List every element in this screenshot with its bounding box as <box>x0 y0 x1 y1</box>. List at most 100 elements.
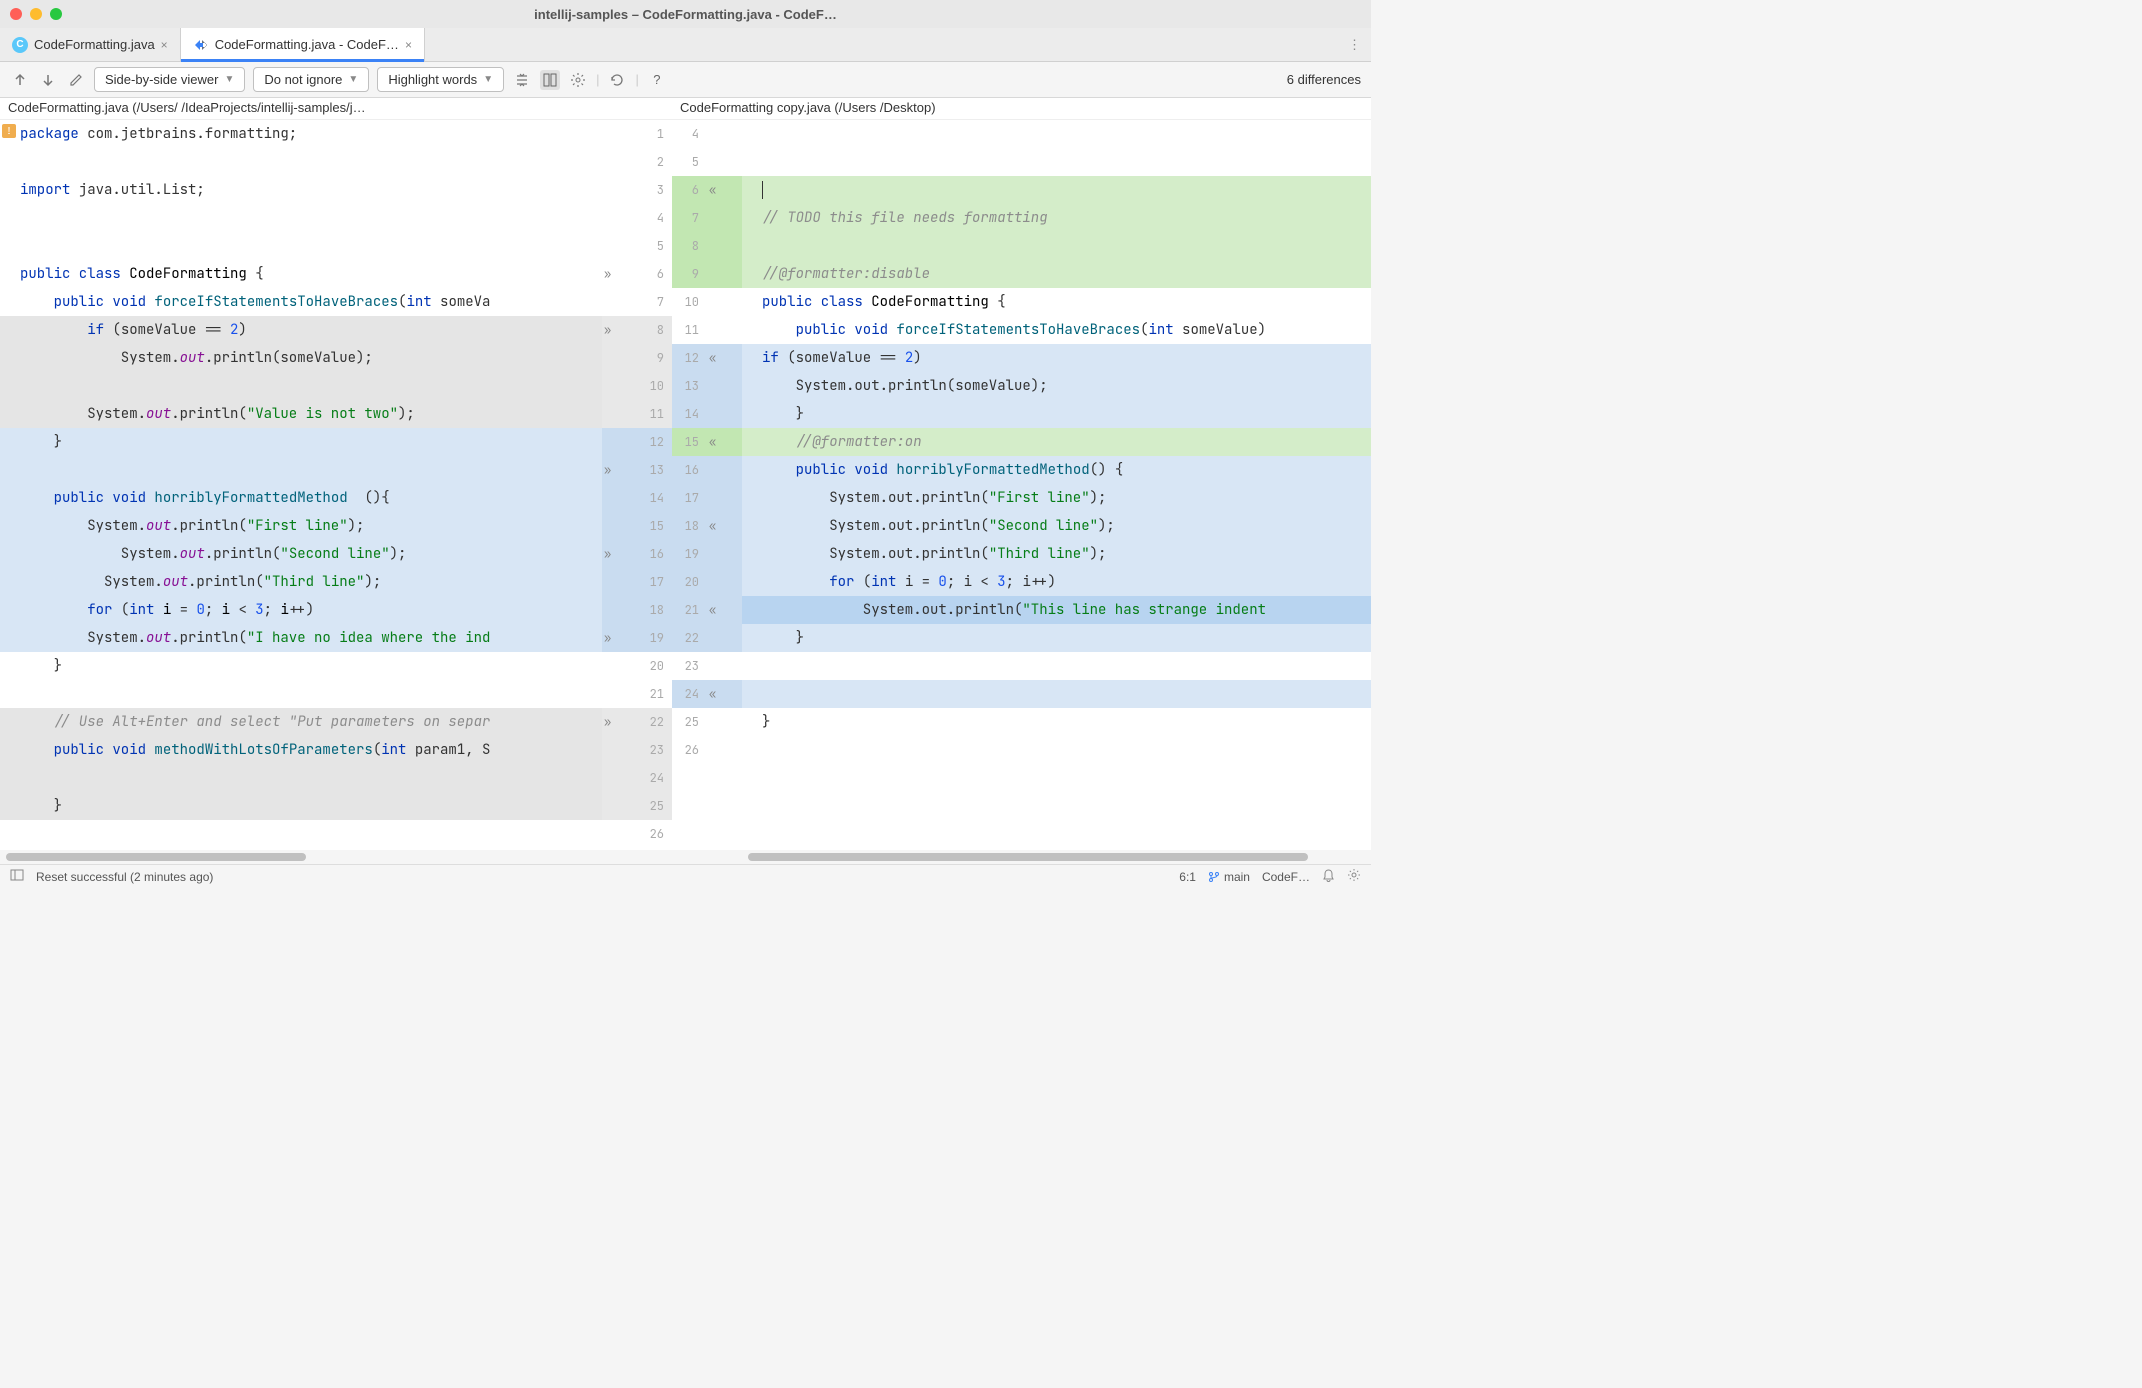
line-number-right[interactable]: 20 <box>672 568 707 596</box>
line-number-left[interactable]: 15 <box>637 512 672 540</box>
help-icon[interactable]: ? <box>647 70 667 90</box>
line-number-left[interactable]: 20 <box>637 652 672 680</box>
gutter-mark-left[interactable] <box>602 344 637 372</box>
close-tab-icon[interactable]: × <box>405 38 412 52</box>
code-line[interactable] <box>0 204 602 232</box>
line-number-right[interactable]: 13 <box>672 372 707 400</box>
gutter-mark-left[interactable] <box>602 176 637 204</box>
gutter-mark-right[interactable] <box>707 624 742 652</box>
editor-tab-diff[interactable]: CodeFormatting.java - CodeF… × <box>181 28 425 61</box>
right-code-pane[interactable]: ✔ // TODO this file needs formatting//@f… <box>742 120 1371 850</box>
code-line[interactable]: System.out.println(someValue); <box>0 344 602 372</box>
line-number-right[interactable] <box>672 820 707 848</box>
gutter-mark-left[interactable] <box>602 652 637 680</box>
gutter-mark-right[interactable] <box>707 288 742 316</box>
gutter-mark-right[interactable]: « <box>707 596 742 624</box>
line-number-right[interactable]: 18 <box>672 512 707 540</box>
code-line[interactable] <box>0 232 602 260</box>
line-number-right[interactable]: 16 <box>672 456 707 484</box>
line-number-right[interactable]: 21 <box>672 596 707 624</box>
code-line[interactable] <box>0 372 602 400</box>
notifications-icon[interactable] <box>1322 869 1335 885</box>
line-number-left[interactable]: 14 <box>637 484 672 512</box>
refresh-icon[interactable] <box>607 70 627 90</box>
code-line[interactable]: System.out.println("Second line"); <box>0 540 602 568</box>
gutter-mark-left[interactable] <box>602 288 637 316</box>
gutter-mark-right[interactable]: « <box>707 344 742 372</box>
gutter-mark-right[interactable] <box>707 148 742 176</box>
code-line[interactable]: // TODO this file needs formatting <box>742 204 1371 232</box>
line-number-left[interactable]: 4 <box>637 204 672 232</box>
gutter-mark-left[interactable] <box>602 120 637 148</box>
code-line[interactable]: System.out.println(someValue); <box>742 372 1371 400</box>
line-number-left[interactable]: 1 <box>637 120 672 148</box>
line-number-right[interactable]: 24 <box>672 680 707 708</box>
code-line[interactable]: } <box>742 400 1371 428</box>
line-number-left[interactable]: 21 <box>637 680 672 708</box>
code-line[interactable] <box>742 652 1371 680</box>
code-line[interactable]: System.out.println("First line"); <box>0 512 602 540</box>
line-number-left[interactable]: 23 <box>637 736 672 764</box>
code-line[interactable]: public void forceIfStatementsToHaveBrace… <box>742 316 1371 344</box>
gutter-mark-left[interactable]: » <box>602 624 637 652</box>
gutter-mark-left[interactable]: » <box>602 260 637 288</box>
gutter-mark-right[interactable] <box>707 456 742 484</box>
line-number-right[interactable]: 26 <box>672 736 707 764</box>
maximize-window-button[interactable] <box>50 8 62 20</box>
gutter-mark-right[interactable] <box>707 708 742 736</box>
line-number-right[interactable] <box>672 792 707 820</box>
code-line[interactable]: public void horriblyFormattedMethod (){ <box>0 484 602 512</box>
gutter-mark-left[interactable] <box>602 820 637 848</box>
code-line[interactable]: //@formatter:disable <box>742 260 1371 288</box>
gutter-mark-right[interactable] <box>707 652 742 680</box>
code-line[interactable]: System.out.println("Third line"); <box>0 568 602 596</box>
gutter-mark-left[interactable] <box>602 372 637 400</box>
code-line[interactable]: if (someValue == 2) <box>0 316 602 344</box>
gutter-mark-right[interactable] <box>707 820 742 848</box>
line-number-right[interactable]: 10 <box>672 288 707 316</box>
code-line[interactable]: System.out.println("Second line"); <box>742 512 1371 540</box>
gutter-mark-left[interactable] <box>602 204 637 232</box>
code-line[interactable]: System.out.println("This line has strang… <box>742 596 1371 624</box>
gutter-mark-right[interactable]: « <box>707 176 742 204</box>
gutter-mark-left[interactable] <box>602 484 637 512</box>
code-line[interactable] <box>742 120 1371 148</box>
gutter-mark-right[interactable] <box>707 260 742 288</box>
code-line[interactable]: //@formatter:on <box>742 428 1371 456</box>
code-line[interactable]: } <box>0 428 602 456</box>
code-line[interactable] <box>742 736 1371 764</box>
close-window-button[interactable] <box>10 8 22 20</box>
line-number-right[interactable]: 4 <box>672 120 707 148</box>
gutter-mark-left[interactable] <box>602 596 637 624</box>
code-line[interactable]: } <box>742 708 1371 736</box>
line-number-right[interactable]: 8 <box>672 232 707 260</box>
ignore-mode-dropdown[interactable]: Do not ignore ▼ <box>253 67 369 92</box>
gutter-mark-left[interactable]: » <box>602 316 637 344</box>
code-line[interactable]: package com.jetbrains.formatting;! <box>0 120 602 148</box>
code-line[interactable]: for (int i = 0; i < 3; i++) <box>0 596 602 624</box>
ide-settings-icon[interactable] <box>1347 868 1361 885</box>
line-number-right[interactable]: 12 <box>672 344 707 372</box>
code-line[interactable] <box>0 680 602 708</box>
code-line[interactable]: System.out.println("Value is not two"); <box>0 400 602 428</box>
code-line[interactable]: public void forceIfStatementsToHaveBrace… <box>0 288 602 316</box>
line-number-left[interactable]: 24 <box>637 764 672 792</box>
line-number-left[interactable]: 3 <box>637 176 672 204</box>
line-number-left[interactable]: 2 <box>637 148 672 176</box>
line-number-right[interactable]: 17 <box>672 484 707 512</box>
line-number-left[interactable]: 10 <box>637 372 672 400</box>
code-line[interactable]: } <box>0 792 602 820</box>
gutter-mark-left[interactable] <box>602 764 637 792</box>
gutter-mark-left[interactable] <box>602 512 637 540</box>
code-line[interactable] <box>0 764 602 792</box>
line-number-left[interactable]: 13 <box>637 456 672 484</box>
line-number-right[interactable]: 15 <box>672 428 707 456</box>
code-line[interactable] <box>0 820 602 848</box>
gutter-mark-left[interactable] <box>602 232 637 260</box>
line-number-right[interactable]: 22 <box>672 624 707 652</box>
gutter-mark-right[interactable] <box>707 484 742 512</box>
right-hscroll[interactable] <box>742 850 1371 864</box>
line-number-left[interactable]: 7 <box>637 288 672 316</box>
gutter-mark-right[interactable] <box>707 316 742 344</box>
gutter-mark-left[interactable] <box>602 148 637 176</box>
